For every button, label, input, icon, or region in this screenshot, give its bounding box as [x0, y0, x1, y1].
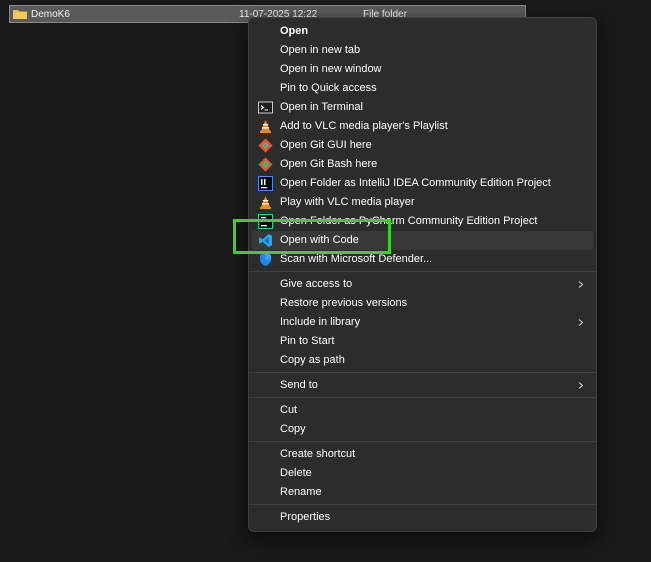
menu-item-give-access[interactable]: Give access to — [252, 275, 593, 294]
menu-item-label: Send to — [280, 379, 318, 391]
menu-item-pin-start[interactable]: Pin to Start — [252, 332, 593, 351]
menu-item-copy-as-path[interactable]: Copy as path — [252, 351, 593, 370]
folder-icon — [13, 10, 27, 19]
menu-item-properties[interactable]: Properties — [252, 508, 593, 527]
menu-item-copy[interactable]: Copy — [252, 420, 593, 439]
menu-item-open[interactable]: Open — [252, 22, 593, 41]
terminal-icon — [258, 101, 273, 114]
context-menu: Open Open in new tab Open in new window … — [248, 17, 597, 532]
vlc-icon — [260, 120, 271, 133]
menu-item-open-pycharm[interactable]: Open Folder as PyCharm Community Edition… — [252, 212, 593, 231]
menu-item-label: Pin to Quick access — [280, 82, 377, 94]
chevron-right-icon — [578, 281, 584, 288]
chevron-right-icon — [578, 382, 584, 389]
chevron-right-icon — [578, 319, 584, 326]
menu-item-label: Pin to Start — [280, 335, 335, 347]
menu-item-add-vlc-playlist[interactable]: Add to VLC media player's Playlist — [252, 117, 593, 136]
menu-item-open-terminal[interactable]: Open in Terminal — [252, 98, 593, 117]
menu-item-label: Restore previous versions — [280, 297, 408, 309]
menu-item-label: Open with Code — [280, 234, 359, 246]
menu-separator — [249, 504, 596, 505]
file-name: DemoK6 — [31, 9, 70, 20]
menu-item-delete[interactable]: Delete — [252, 464, 593, 483]
menu-separator — [249, 271, 596, 272]
menu-item-label: Open Folder as IntelliJ IDEA Community E… — [280, 177, 551, 189]
menu-item-label: Create shortcut — [280, 448, 356, 460]
menu-item-label: Properties — [280, 511, 331, 523]
git-icon — [258, 157, 273, 172]
menu-item-label: Open — [280, 25, 309, 37]
menu-item-label: Add to VLC media player's Playlist — [280, 120, 448, 132]
menu-item-pin-quick-access[interactable]: Pin to Quick access — [252, 79, 593, 98]
menu-item-cut[interactable]: Cut — [252, 401, 593, 420]
menu-item-rename[interactable]: Rename — [252, 483, 593, 502]
menu-item-label: Open Git GUI here — [280, 139, 372, 151]
menu-item-play-vlc[interactable]: Play with VLC media player — [252, 193, 593, 212]
menu-item-label: Cut — [280, 404, 298, 416]
menu-item-include-library[interactable]: Include in library — [252, 313, 593, 332]
vscode-icon — [259, 234, 272, 247]
menu-separator — [249, 372, 596, 373]
menu-item-label: Open in new tab — [280, 44, 361, 56]
menu-separator — [249, 397, 596, 398]
menu-item-label: Rename — [280, 486, 322, 498]
menu-item-label: Copy as path — [280, 354, 345, 366]
menu-item-label: Delete — [280, 467, 312, 479]
menu-item-label: Include in library — [280, 316, 361, 328]
menu-item-git-gui[interactable]: Open Git GUI here — [252, 136, 593, 155]
menu-item-label: Scan with Microsoft Defender... — [280, 253, 433, 265]
menu-item-label: Open in Terminal — [280, 101, 363, 113]
menu-item-git-bash[interactable]: Open Git Bash here — [252, 155, 593, 174]
menu-item-open-new-window[interactable]: Open in new window — [252, 60, 593, 79]
menu-item-label: Open Folder as PyCharm Community Edition… — [280, 215, 538, 227]
menu-item-open-new-tab[interactable]: Open in new tab — [252, 41, 593, 60]
menu-item-restore-versions[interactable]: Restore previous versions — [252, 294, 593, 313]
pycharm-icon — [258, 214, 273, 229]
menu-item-open-intellij[interactable]: Open Folder as IntelliJ IDEA Community E… — [252, 174, 593, 193]
git-icon — [258, 138, 273, 153]
menu-item-label: Copy — [280, 423, 306, 435]
menu-item-send-to[interactable]: Send to — [252, 376, 593, 395]
menu-item-scan-defender[interactable]: Scan with Microsoft Defender... — [252, 250, 593, 269]
defender-icon — [260, 253, 271, 266]
menu-item-label: Open Git Bash here — [280, 158, 378, 170]
menu-item-open-with-code[interactable]: Open with Code — [252, 231, 593, 250]
menu-item-label: Play with VLC media player — [280, 196, 415, 208]
menu-item-label: Open in new window — [280, 63, 382, 75]
menu-separator — [249, 441, 596, 442]
menu-item-label: Give access to — [280, 278, 353, 290]
menu-item-create-shortcut[interactable]: Create shortcut — [252, 445, 593, 464]
vlc-icon — [260, 196, 271, 209]
intellij-icon — [258, 176, 273, 191]
